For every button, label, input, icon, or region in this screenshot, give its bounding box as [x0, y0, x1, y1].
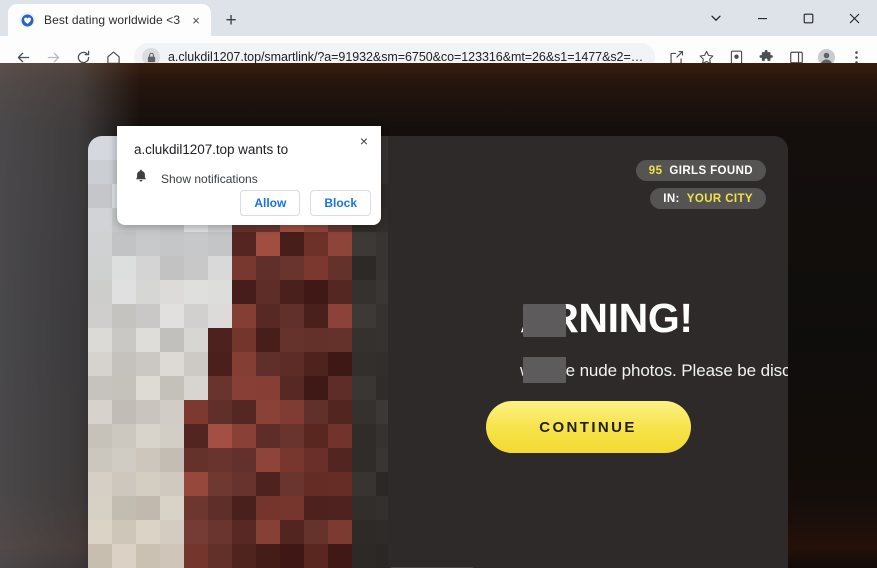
chevron-down-icon[interactable] — [693, 2, 739, 34]
dialog-request-label: Show notifications — [161, 171, 258, 186]
bell-icon — [134, 168, 148, 189]
window-controls — [693, 0, 877, 36]
page-title: ARNING! — [520, 298, 788, 339]
dialog-request-row: Show notifications — [134, 168, 258, 189]
close-icon[interactable] — [831, 2, 877, 34]
tab-best-dating-worldwide[interactable]: Best dating worldwide <3 × — [8, 4, 211, 36]
censor-block-headline — [523, 304, 566, 337]
allow-button[interactable]: Allow — [240, 190, 301, 216]
minimize-icon[interactable] — [739, 2, 785, 34]
city-prefix-label: IN: — [663, 192, 680, 205]
notification-permission-dialog: × a.clukdil1207.top wants to Show notifi… — [117, 126, 381, 225]
address-bar-url: a.clukdil1207.top/smartlink/?a=91932&sm=… — [168, 50, 645, 64]
city-value-label: YOUR CITY — [686, 192, 753, 205]
badge-group: 95 GIRLS FOUND IN: YOUR CITY — [635, 160, 766, 209]
girls-found-label: GIRLS FOUND — [669, 164, 753, 177]
status-badge-your-city: IN: YOUR CITY — [650, 188, 766, 209]
headline-block: ARNING! will see nude photos. Please be … — [520, 298, 788, 383]
page-subtitle: will see nude photos. Please be discreet… — [520, 357, 788, 383]
new-tab-button[interactable]: + — [217, 6, 245, 34]
cta-row: CONTINUE — [388, 401, 788, 453]
censor-block-subtitle — [523, 357, 566, 383]
dialog-close-icon[interactable]: × — [353, 130, 375, 152]
dialog-actions: Allow Block — [240, 190, 371, 216]
page-viewport: 95 GIRLS FOUND IN: YOUR CITY ARNING! nud… — [0, 63, 877, 568]
status-badge-girls-found: 95 GIRLS FOUND — [635, 160, 766, 181]
dialog-title: a.clukdil1207.top wants to — [134, 142, 289, 157]
card-content: 95 GIRLS FOUND IN: YOUR CITY ARNING! nud… — [388, 136, 788, 568]
tab-strip: Best dating worldwide <3 × + — [0, 0, 877, 36]
block-button[interactable]: Block — [310, 190, 371, 216]
girls-found-count: 95 — [648, 164, 663, 177]
continue-button[interactable]: CONTINUE — [485, 401, 691, 453]
tab-title: Best dating worldwide <3 — [44, 13, 181, 27]
browser-window: Best dating worldwide <3 × + a.clukdil12… — [0, 0, 877, 568]
heart-icon — [19, 12, 35, 28]
tab-close-icon[interactable]: × — [187, 11, 205, 29]
maximize-icon[interactable] — [785, 2, 831, 34]
